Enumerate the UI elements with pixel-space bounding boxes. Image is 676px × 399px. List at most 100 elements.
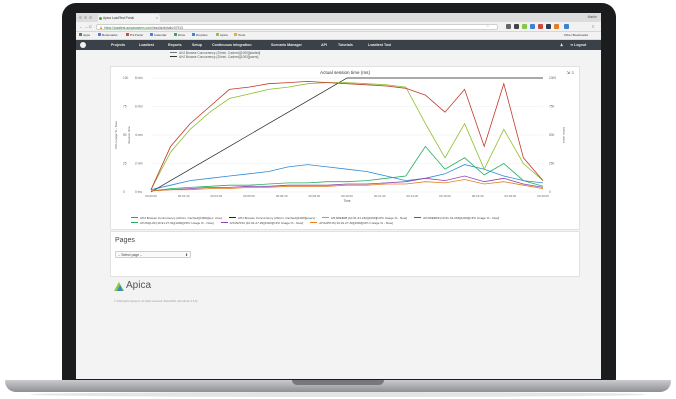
session-tick-label: 0 ms <box>135 190 142 194</box>
nav-scenario-manager[interactable]: Scenario Manager <box>271 40 302 50</box>
nav-loadtest-tool[interactable]: Loadtest Tool <box>368 40 391 50</box>
extension-icon[interactable] <box>530 24 535 29</box>
laptop-notch <box>292 380 384 385</box>
top-legend: AHJ Browse Concurrency (20min, Cached)[1… <box>170 51 260 59</box>
nav-projects[interactable]: Projects <box>111 40 125 50</box>
legend-swatch <box>131 217 138 218</box>
legend-swatch <box>170 56 177 58</box>
legend-item[interactable]: AHJAPP15 [10.91.27.30][1000][CPU Usage %… <box>310 221 393 225</box>
pages-title: Pages <box>115 237 135 244</box>
screen: Apica LoadTest Portal × Martin ← → C 🔒 h… <box>76 13 601 379</box>
browser-tab[interactable]: Apica LoadTest Portal × <box>98 14 160 22</box>
legend-item[interactable]: AHJ Browse Concurrency (20min, Cached)[1… <box>170 55 260 59</box>
x-tick-label: 00:20:00 <box>537 194 549 198</box>
legend-item[interactable]: AHJWEB09 [10.91.31.233][1000][CPU Usage … <box>414 216 499 220</box>
logout-link[interactable]: ⇥ Logout <box>570 40 586 50</box>
tab-title: Apica LoadTest Portal <box>103 16 135 20</box>
x-axis-label: Time <box>344 199 351 203</box>
session-time-chart-panel: Actual session time (ms) ⇲ ≡ 00 ms 0 25 2 m… <box>110 66 580 230</box>
pages-panel: Pages -- Select page -- ⬍ <box>110 231 580 277</box>
x-tick-label: 00:03:20 <box>210 194 222 198</box>
bookmark-bookmarks[interactable]: Bookmarks <box>98 32 117 39</box>
legend-swatch <box>170 52 177 53</box>
drive-icon <box>174 33 177 37</box>
legend-item[interactable]: AHJSQL09 [10.91.27.91][1000][CPU Usage %… <box>131 221 214 225</box>
profile-name[interactable]: Martin <box>588 13 597 22</box>
x-tick-label: 00:16:40 <box>472 194 484 198</box>
menu-icon[interactable]: ≡ <box>592 22 594 31</box>
legend-item[interactable]: AHJAPP12 [10.91.27.29][1000][CPU Usage %… <box>220 220 304 225</box>
legend-label: AHJSQL09 [10.91.27.91][1000][CPU Usage %… <box>140 220 214 225</box>
app-nav-bar: Projects Loadtest Reports Setup Continuo… <box>76 40 601 50</box>
footer-brand: Apica <box>126 280 152 291</box>
legend-swatch <box>414 217 422 218</box>
extension-icon[interactable] <box>554 24 559 29</box>
legend-swatch <box>321 217 329 218</box>
bookmark-other[interactable]: Other Bookmarks <box>564 32 588 39</box>
window-close-icon[interactable] <box>79 16 82 19</box>
folder-icon <box>216 33 219 37</box>
bookmark-icon <box>126 33 129 37</box>
session-tick-label: 2 min <box>135 162 143 166</box>
forward-icon[interactable]: → <box>84 22 88 31</box>
cpu-tick-label: 0 <box>123 190 125 194</box>
bookmark-drive[interactable]: Drive <box>174 32 185 39</box>
nav-continuous-integration[interactable]: Continuous Integration <box>212 40 252 50</box>
legend-item[interactable]: AHJWEB08 [10.91.31.232][1000][CPU Usage … <box>321 216 408 220</box>
extension-icon[interactable] <box>538 24 543 29</box>
nav-api[interactable]: API <box>321 40 327 50</box>
session-tick-label: 6 min <box>135 105 143 109</box>
bookmark-dropbox[interactable]: Dropbox <box>192 32 208 39</box>
extension-icon[interactable] <box>546 24 551 29</box>
back-icon[interactable]: ← <box>79 22 83 31</box>
bookmark-tools[interactable]: Tools <box>234 32 245 39</box>
apica-extension-icon[interactable] <box>522 24 527 29</box>
window-zoom-icon[interactable] <box>89 16 92 19</box>
tab-favicon-icon <box>99 16 102 20</box>
legend-label: AHJ Browse Concurrency (20min, Cached)[1… <box>237 216 315 220</box>
nav-reports[interactable]: Reports <box>168 40 182 50</box>
main-content: AHJ Browse Concurrency (20min, Cached)[1… <box>110 50 580 379</box>
cast-icon[interactable] <box>506 24 511 29</box>
bookmark-apps[interactable]: Apps <box>79 32 90 39</box>
series-line <box>150 80 544 190</box>
apps-icon <box>79 33 82 37</box>
legend-label: AHJWEB08 [10.91.31.232][1000][CPU Usage … <box>330 216 408 220</box>
nav-setup[interactable]: Setup <box>192 40 202 50</box>
users-tick-label: 0 <box>549 190 551 194</box>
legend-label: AHJAPP15 [10.91.27.30][1000][CPU Usage %… <box>319 220 393 225</box>
url-path: /results/details/37913 <box>151 25 183 30</box>
extension-icon[interactable] <box>514 24 519 29</box>
legend-swatch <box>220 221 228 223</box>
laptop-shadow <box>30 392 646 397</box>
legend-item[interactable]: AHJ Browse Concurrency (20min, Cached)[1… <box>131 216 222 220</box>
nav-tutorials[interactable]: Tutorials <box>338 40 353 50</box>
reload-icon[interactable]: C <box>89 22 92 31</box>
bookmark-calendar[interactable]: Calendar <box>150 32 167 39</box>
chevron-down-icon: ⬍ <box>185 253 188 257</box>
copyright-text: © 2016 Apica Systems. All rights reserve… <box>114 300 198 303</box>
legend-item[interactable]: AHJ Browse Concurrency (20min, Cached)[1… <box>228 216 315 220</box>
legend-swatch <box>310 221 318 223</box>
tab-close-icon[interactable]: × <box>156 14 158 22</box>
x-tick-label: 00:11:40 <box>374 194 386 198</box>
x-tick-label: 00:13:20 <box>406 194 418 198</box>
address-bar[interactable]: 🔒 https://loadtest.apicasystem.com/resul… <box>96 23 498 30</box>
star-icon[interactable]: ☆ <box>486 22 489 31</box>
url-host: https://loadtest.apicasystem.com <box>104 25 152 30</box>
window-minimize-icon[interactable] <box>84 16 87 19</box>
legend-label: AHJ Browse Concurrency (20min, Cached)[1… <box>140 216 222 220</box>
extension-icon[interactable] <box>564 24 569 29</box>
folder-icon <box>234 33 237 37</box>
user-icon[interactable]: ♟ <box>560 40 563 50</box>
nav-loadtest[interactable]: Loadtest <box>139 40 154 50</box>
y-axis-label-users: Active users <box>562 127 566 144</box>
series-line <box>150 179 544 192</box>
bookmark-apica[interactable]: Apica <box>216 32 228 39</box>
page-select[interactable]: -- Select page -- ⬍ <box>115 251 191 258</box>
line-chart[interactable]: 00 ms 025 2 min 25050 4 min 50075 6 min 750100 8… <box>111 67 579 213</box>
apica-logo-icon[interactable] <box>80 42 86 48</box>
bookmark-p4-portal[interactable]: P4 Portal <box>126 32 143 39</box>
browser-url-bar: ← → C 🔒 https://loadtest.apicasystem.com… <box>76 22 601 32</box>
legend-label: AHJAPP12 [10.91.27.29][1000][CPU Usage %… <box>229 220 304 225</box>
